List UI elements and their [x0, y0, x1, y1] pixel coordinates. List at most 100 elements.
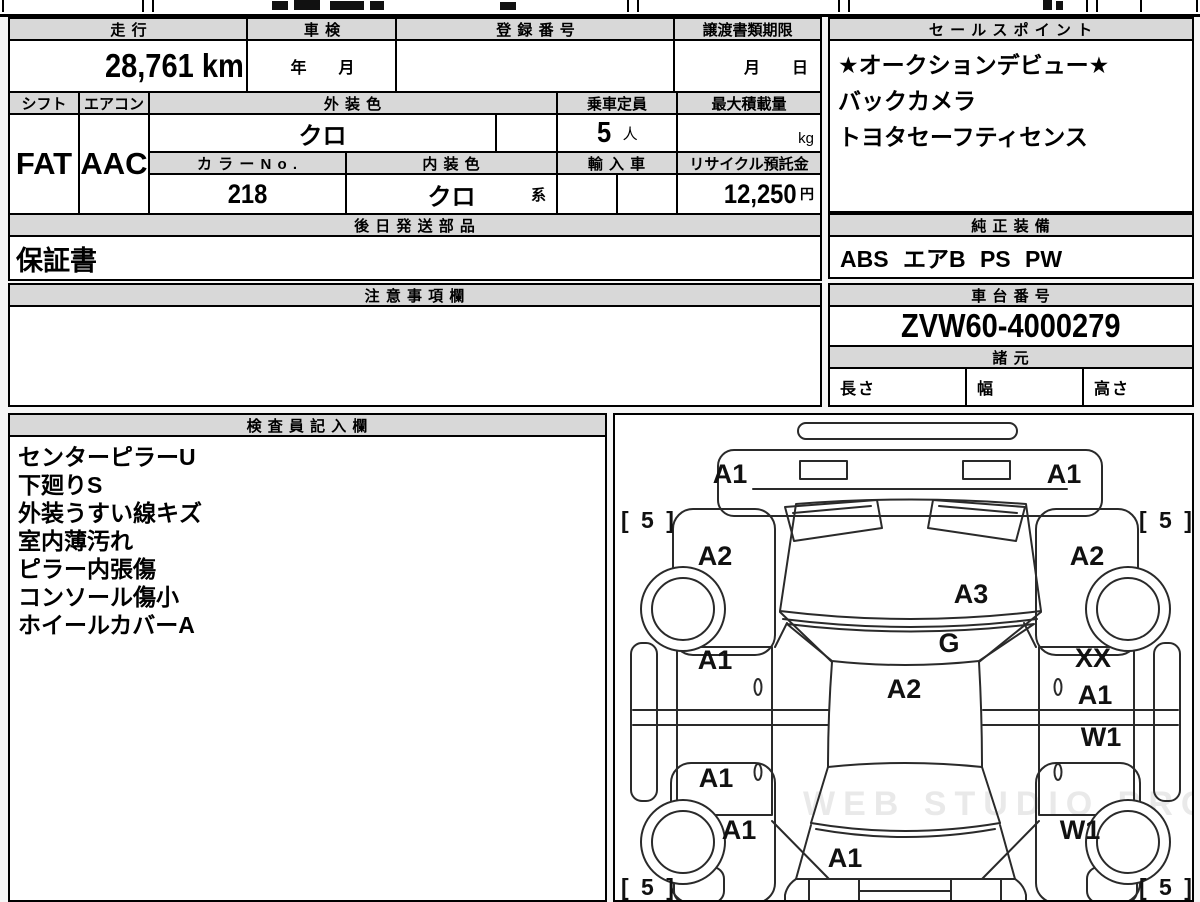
spec-width-cell: 幅 [965, 367, 1084, 407]
recycle-deposit-value-cell: 12,250 円 [676, 173, 822, 215]
spec-width-label: 幅 [977, 381, 996, 398]
chassis-number-value-cell: ZVW60-4000279 [828, 305, 1194, 347]
fender-join-left [774, 622, 788, 648]
exterior-color-value-cell: クロ [148, 113, 497, 153]
grille-slot-left [799, 460, 848, 480]
color-no-header: カ ラ ー N o . [148, 151, 347, 175]
top-row-divider [627, 0, 629, 12]
clipped-text-fragment [1043, 0, 1052, 10]
damage-label-front-door-left: A1 [698, 645, 733, 675]
max-load-header: 最大積載量 [676, 91, 822, 115]
registration-number-header: 登 録 番 号 [395, 17, 677, 41]
equipment-value-cell: ABS エアB PS PW [828, 235, 1194, 279]
inspector-note-line: 下廻りS [18, 472, 103, 498]
import-car-header: 輸 入 車 [556, 151, 678, 175]
top-row-divider [2, 0, 4, 12]
clipped-text-fragment [330, 1, 364, 10]
mileage-value-cell: 28,761 km [8, 39, 250, 93]
door-handle [1053, 763, 1063, 781]
car-diagram-box: WEB STUDIO PRO A1 A1 A2 A2 A3 G A2 A1 XX… [613, 413, 1194, 902]
roof-rear-edge [827, 762, 983, 768]
chassis-number-value: ZVW60-4000279 [901, 307, 1121, 344]
inspector-notes-header: 検 査 員 記 入 欄 [8, 413, 607, 437]
import-car-value-cell-1 [556, 173, 618, 215]
tread-depth-front-right: [ 5 ] [1139, 507, 1192, 533]
wheel-front-right [1085, 566, 1171, 652]
exterior-color-header: 外 装 色 [148, 91, 558, 115]
inspector-note-line: センターピラーU [18, 444, 196, 470]
max-load-value-cell: kg [676, 113, 822, 153]
clipped-top-row [0, 0, 1200, 17]
front-bumper [717, 449, 1103, 517]
interior-color-header: 内 装 色 [345, 151, 558, 175]
damage-label-cowl: G [938, 628, 959, 658]
damage-label-front-door-right-1: XX [1075, 643, 1111, 673]
transfer-deadline-value: 月 日 [743, 60, 808, 77]
car-damage-diagram: A1 A1 A2 A2 A3 G A2 A1 XX A1 W1 A1 A1 W1… [621, 422, 1192, 900]
transfer-deadline-header: 譲渡書類期限 [673, 17, 822, 41]
damage-label-front-fender-left: A2 [698, 541, 733, 571]
inspector-note-line: 室内薄汚れ [18, 528, 133, 554]
aircon-header: エアコン [78, 91, 150, 115]
equipment-header: 純 正 装 備 [828, 213, 1194, 237]
sales-points-body: ★オークションデビュー★ バックカメラ トヨタセーフティセンス [828, 39, 1194, 213]
damage-label-rear-quarter-left: A1 [722, 815, 757, 845]
damage-label-rear-gate: A1 [828, 843, 863, 873]
caution-header: 注 意 事 項 欄 [8, 283, 822, 307]
top-row-divider [1196, 0, 1198, 12]
top-row-divider [1140, 0, 1142, 12]
windshield [786, 623, 1035, 666]
mileage-header: 走 行 [8, 17, 250, 41]
front-strip [797, 422, 1018, 440]
top-row-divider [1086, 0, 1088, 12]
interior-color-value-cell: クロ 系 [345, 173, 558, 215]
clipped-text-fragment [370, 1, 384, 10]
top-row-divider [838, 0, 840, 12]
spec-length-cell: 長さ [828, 367, 967, 407]
clipped-text-fragment [272, 1, 288, 10]
later-parts-value: 保証書 [16, 245, 97, 276]
damage-label-hood: A3 [954, 579, 989, 609]
transfer-deadline-value-cell: 月 日 [673, 39, 822, 93]
import-car-value-cell-2 [616, 173, 678, 215]
rear-window-right [981, 766, 1001, 824]
tread-depth-rear-left: [ 5 ] [621, 874, 677, 900]
a-pillar-left [779, 611, 833, 663]
spec-length-label: 長さ [840, 381, 877, 398]
inspector-note-line: コンソール傷小 [18, 584, 179, 610]
door-handle [753, 763, 763, 781]
hood [779, 498, 1042, 620]
door-handle [753, 678, 763, 696]
damage-label-rear-quarter-right: W1 [1060, 815, 1101, 845]
interior-color-suffix: 系 [530, 186, 546, 204]
rocker-left [630, 642, 658, 802]
inspector-note-line: 外装うすい線キズ [18, 500, 202, 526]
recycle-deposit-unit: 円 [800, 186, 814, 202]
aircon-value-cell: AAC [78, 113, 150, 215]
inspector-notes-body: センターピラーU 下廻りS 外装うすい線キズ 室内薄汚れ ピラー内張傷 コンソー… [8, 435, 607, 902]
top-row-divider [142, 0, 144, 12]
wheel-rear-left [640, 799, 726, 885]
rear-window-left [810, 766, 829, 824]
mileage-value: 28,761 km [105, 47, 244, 84]
taillight-right [950, 878, 1002, 900]
rear-bumper-right [1014, 878, 1027, 900]
top-row-divider [637, 0, 639, 12]
roof-left-edge [827, 661, 833, 768]
taillight-left [808, 878, 860, 900]
clipped-text-fragment [500, 2, 516, 10]
inspector-note-line: ピラー内張傷 [18, 556, 156, 582]
headlight-left-inner [792, 505, 872, 514]
top-row-divider [1096, 0, 1098, 12]
registration-number-value-cell [395, 39, 677, 93]
exterior-color-extra-cell [495, 113, 558, 153]
color-no-value: 218 [227, 178, 268, 209]
damage-label-front-fender-right: A2 [1070, 541, 1105, 571]
sales-point-line: トヨタセーフティセンス [838, 124, 1088, 150]
damage-label-front-door-right-2: A1 [1078, 680, 1113, 710]
shaken-value: 年 月 [290, 60, 355, 77]
capacity-header: 乗車定員 [556, 91, 678, 115]
recycle-deposit-header: リサイクル預託金 [676, 151, 822, 175]
later-parts-value-cell: 保証書 [8, 235, 822, 281]
sales-points-header: セ ー ル ス ポ イ ン ト [828, 17, 1194, 41]
